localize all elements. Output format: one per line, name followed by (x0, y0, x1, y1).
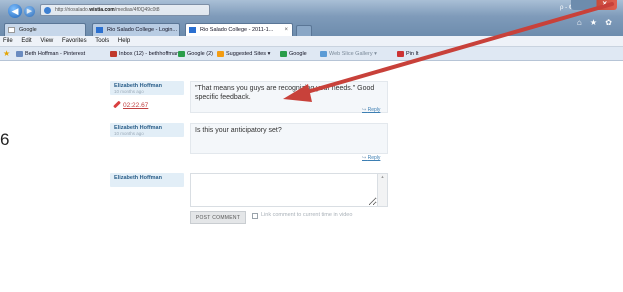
fav-google-2[interactable]: Google (2) (178, 47, 213, 60)
forward-button[interactable]: ▶ (24, 6, 35, 17)
fav-web-slice-gallery[interactable]: Web Slice Gallery ▾ (320, 47, 377, 60)
page-icon (8, 27, 15, 33)
tab-rio-login[interactable]: Rio Salado College - Login... (92, 23, 180, 36)
author-name: Elizabeth Hoffman (114, 175, 162, 181)
fav-label: Beth Hoffman - Pinterest (25, 51, 86, 57)
pinterest-icon (397, 51, 404, 57)
fav-label: Pin It (406, 51, 419, 57)
fav-label: Suggested Sites ▾ (226, 51, 271, 57)
reply-link[interactable]: Reply (362, 155, 381, 161)
wistia-icon (189, 27, 196, 33)
pencil-icon (113, 100, 121, 109)
post-comment-button[interactable]: POST COMMENT (190, 211, 246, 224)
gmail-icon (110, 51, 117, 57)
browser-titlebar: ◀ ▶ http://riosalado.wistia.com/medias/4… (0, 0, 623, 36)
menu-file[interactable]: File (3, 38, 13, 44)
fav-inbox[interactable]: Inbox (12) - bethhoffman... (110, 47, 184, 60)
google-icon (178, 51, 185, 57)
page-content: 6 Elizabeth Hoffman 10 months ago 02:22.… (0, 62, 623, 292)
author-box: Elizabeth Hoffman (110, 173, 184, 187)
menu-tools[interactable]: Tools (95, 38, 109, 44)
link-time-checkbox[interactable] (252, 213, 258, 219)
web-slice-icon (320, 51, 327, 57)
fav-label: Google (2) (187, 51, 213, 57)
tab-label: Google (19, 27, 37, 33)
comment-time: 10 months ago (114, 89, 144, 94)
address-domain: wistia.com (89, 7, 115, 13)
scrollbar[interactable]: ▲ (378, 173, 388, 207)
comment-time: 10 months ago (114, 131, 144, 136)
ie-page-icon (44, 7, 51, 14)
window-controls: × (571, 0, 617, 10)
fav-suggested-sites[interactable]: Suggested Sites ▾ (217, 47, 271, 60)
address-path: /medias/4f0Q49c0t8 (114, 7, 160, 13)
tab-label: Rio Salado College - 2011-1... (200, 27, 274, 33)
menu-favorites[interactable]: Favorites (62, 38, 87, 44)
fav-label: Web Slice Gallery ▾ (329, 51, 377, 57)
reply-link[interactable]: Reply (362, 107, 381, 113)
menu-edit[interactable]: Edit (21, 38, 31, 44)
timestamp-label: 02:22.67 (123, 102, 149, 109)
author-box: Elizabeth Hoffman 10 months ago (110, 81, 184, 95)
fav-google[interactable]: Google (280, 47, 307, 60)
address-prefix: http://riosalado. (55, 7, 90, 13)
author-box: Elizabeth Hoffman 10 months ago (110, 123, 184, 137)
tab-rio-active[interactable]: Rio Salado College - 2011-1... × (185, 23, 293, 36)
page-icon (16, 51, 23, 57)
menu-help[interactable]: Help (118, 38, 130, 44)
favorites-star-icon[interactable]: ★ (3, 50, 10, 58)
comment-input[interactable] (190, 173, 378, 207)
fav-pin-it[interactable]: Pin It (397, 47, 419, 60)
fav-pinterest[interactable]: Beth Hoffman - Pinterest (16, 47, 86, 60)
video-timestamp-link[interactable]: 02:22.67 (113, 100, 149, 109)
suggested-sites-icon (217, 51, 224, 57)
new-tab-button[interactable] (296, 25, 312, 36)
tab-label: Rio Salado College - Login... (107, 27, 178, 33)
favorites-bar: ★ Beth Hoffman - Pinterest Inbox (12) - … (0, 47, 623, 61)
close-icon[interactable]: × (602, 0, 607, 8)
back-button[interactable]: ◀ (8, 4, 22, 18)
address-bar[interactable]: http://riosalado.wistia.com/medias/4f0Q4… (40, 4, 210, 16)
fav-label: Google (289, 51, 307, 57)
menu-bar: File Edit View Favorites Tools Help (0, 36, 623, 47)
google-icon (280, 51, 287, 57)
comment-text: Is this your anticipatory set? (190, 123, 388, 154)
home-favorites-tools-icons[interactable]: ⌂ ★ ✿ (577, 18, 615, 27)
tab-google[interactable]: Google (4, 23, 86, 36)
link-time-label: Link comment to current time in video (261, 212, 353, 218)
wistia-icon (96, 27, 103, 33)
page-margin-digit: 6 (0, 130, 10, 149)
fav-label: Inbox (12) - bethhoffman... (119, 51, 184, 57)
menu-view[interactable]: View (40, 38, 53, 44)
close-tab-icon[interactable]: × (284, 24, 288, 36)
comment-text: "That means you guys are recognizing you… (190, 81, 388, 113)
